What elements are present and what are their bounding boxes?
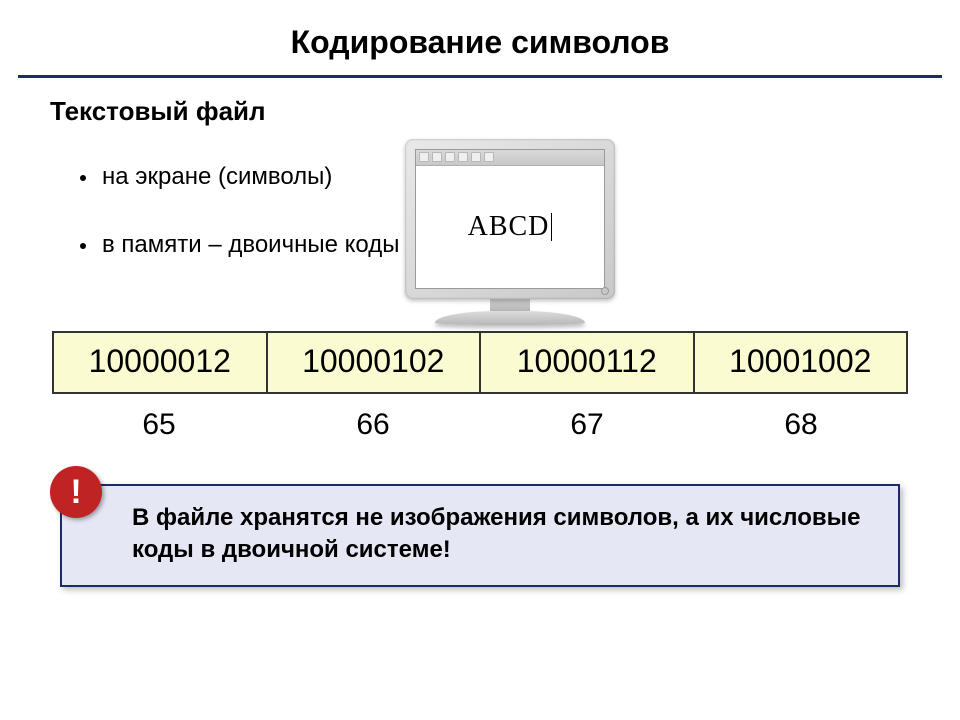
binary-codes-row: 10000012 10000102 10000112 10001002 <box>52 331 908 394</box>
exclamation-badge-icon: ! <box>50 466 102 518</box>
bullet-list: на экране (символы) в памяти – двоичные … <box>0 139 400 298</box>
decimal-cell: 66 <box>266 408 480 442</box>
bullet-dot-icon <box>80 243 86 249</box>
monitor-screen: ABCD <box>415 149 605 289</box>
screen-sample-text: ABCD <box>468 211 550 243</box>
binary-cell: 10000112 <box>481 333 695 392</box>
monitor-illustration: ABCD <box>390 139 630 325</box>
text-cursor-icon <box>551 213 552 241</box>
monitor-body: ABCD <box>405 139 615 299</box>
list-item: на экране (символы) <box>80 161 400 193</box>
bullet-dot-icon <box>80 175 86 181</box>
binary-cell: 10000102 <box>268 333 482 392</box>
callout-text: В файле хранятся не изображения символов… <box>60 484 900 587</box>
decimal-cell: 67 <box>480 408 694 442</box>
decimal-cell: 65 <box>52 408 266 442</box>
monitor-logo-icon <box>601 287 609 295</box>
monitor-neck <box>490 297 530 311</box>
section-subtitle: Текстовый файл <box>50 96 960 127</box>
slide-title: Кодирование символов <box>40 24 920 61</box>
binary-cell: 10000012 <box>54 333 268 392</box>
title-underline <box>18 75 942 78</box>
binary-cell: 10001002 <box>695 333 907 392</box>
app-canvas: ABCD <box>416 166 604 288</box>
monitor-base <box>435 311 585 325</box>
decimal-cell: 68 <box>694 408 908 442</box>
bullet-text: в памяти – двоичные коды <box>102 229 399 261</box>
callout-note: ! В файле хранятся не изображения символ… <box>60 484 900 587</box>
app-toolbar <box>416 150 604 166</box>
decimal-codes-row: 65 66 67 68 <box>52 408 908 442</box>
bullet-text: на экране (символы) <box>102 161 332 193</box>
list-item: в памяти – двоичные коды <box>80 229 400 261</box>
